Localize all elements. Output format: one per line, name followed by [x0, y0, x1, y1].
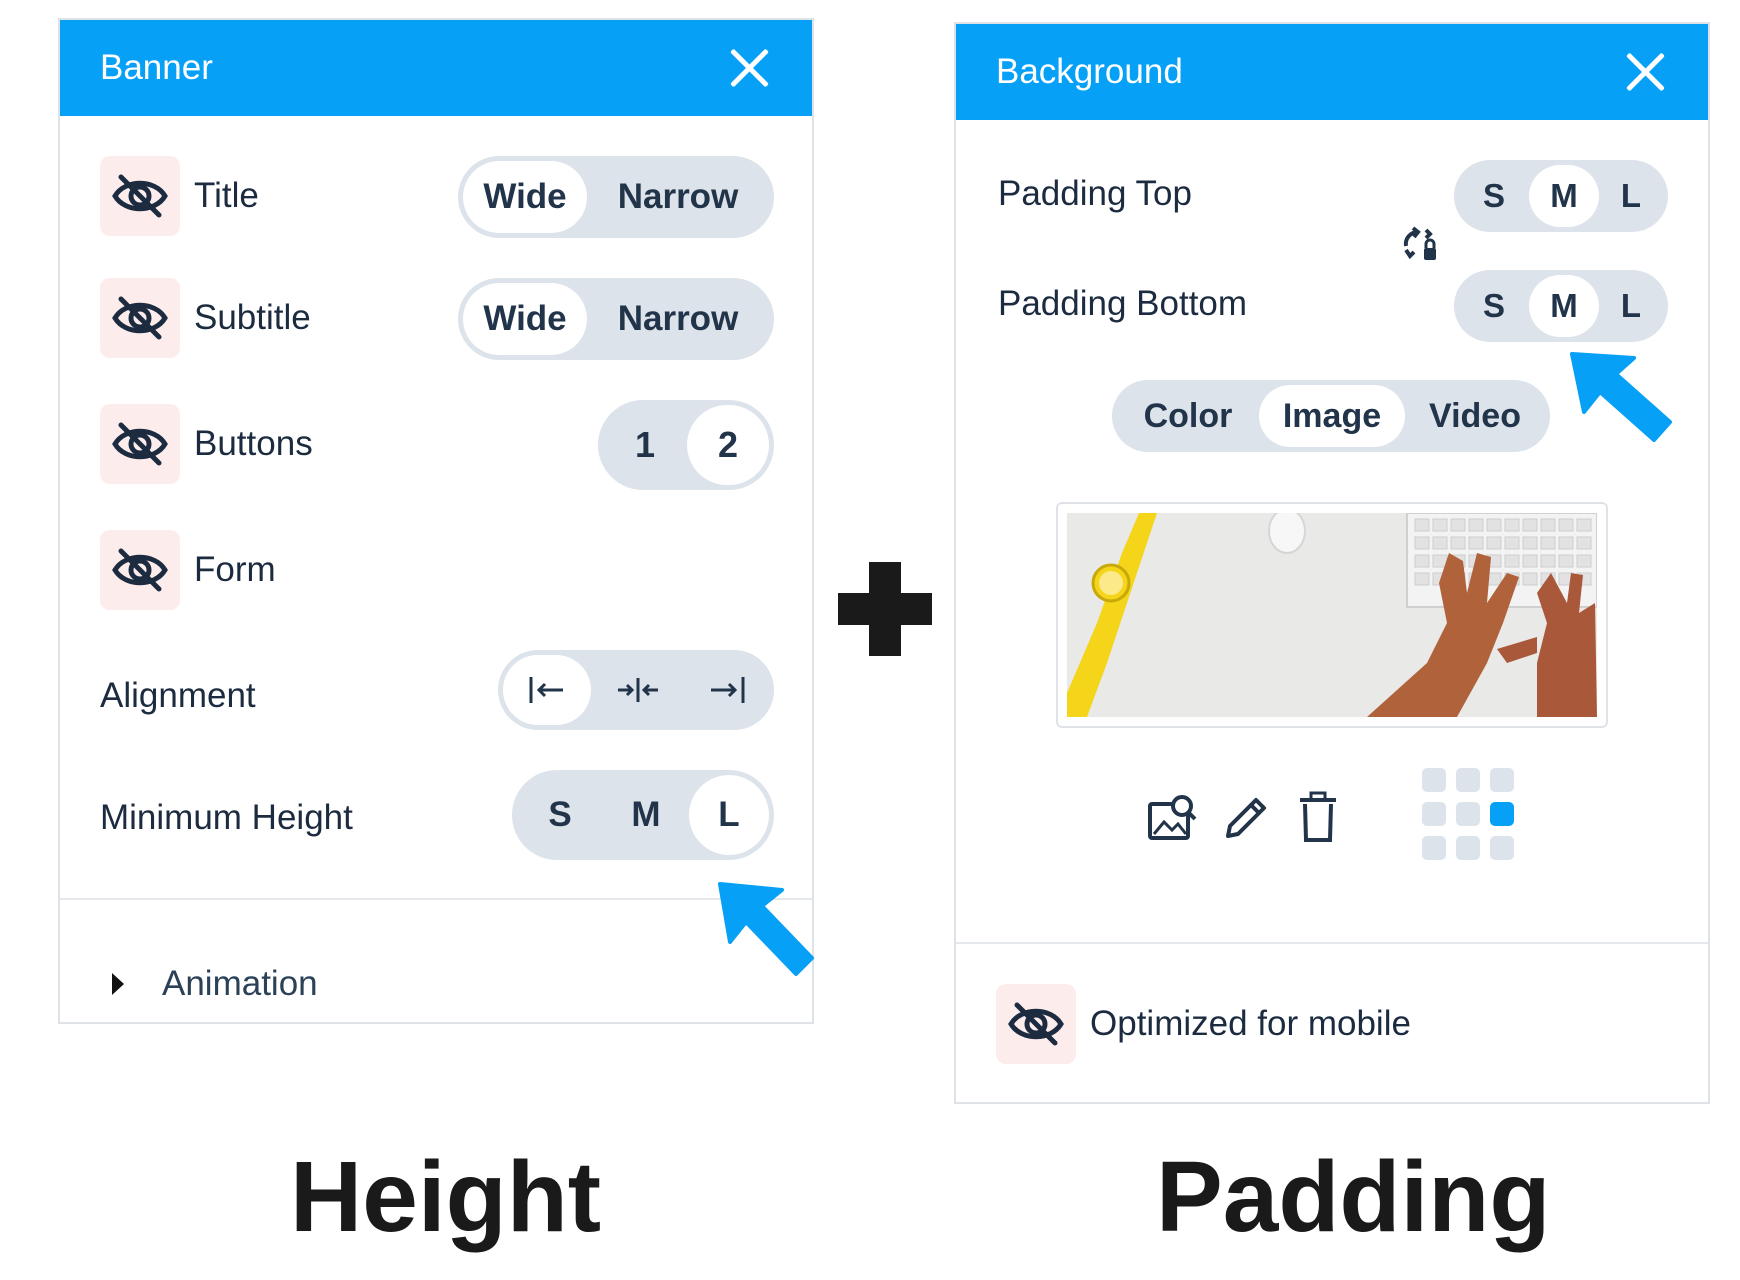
padding-bottom-label: Padding Bottom: [998, 284, 1248, 323]
subtitle-width-toggle: Wide Narrow: [458, 278, 774, 360]
banner-panel: Banner Title Wide Narrow Subtitle Wide N…: [58, 18, 814, 1024]
eye-slash-icon[interactable]: [100, 278, 180, 358]
alignment-label: Alignment: [100, 676, 256, 715]
animation-label: Animation: [162, 964, 318, 1003]
mobile-row: Optimized for mobile: [996, 984, 1411, 1064]
form-label: Form: [194, 550, 276, 589]
min-height-row: Minimum Height: [100, 788, 353, 848]
banner-title: Banner: [100, 48, 213, 87]
min-height-l-option[interactable]: L: [689, 775, 769, 855]
buttons-two-option[interactable]: 2: [687, 405, 769, 485]
padding-bottom-l-option[interactable]: L: [1599, 275, 1663, 337]
caret-right-icon: [112, 973, 124, 995]
eye-slash-icon[interactable]: [100, 404, 180, 484]
padding-top-l-option[interactable]: L: [1599, 165, 1663, 227]
position-cell[interactable]: [1456, 768, 1480, 792]
padding-bottom-s-option[interactable]: S: [1459, 275, 1529, 337]
padding-bottom-toggle: S M L: [1454, 270, 1668, 342]
trash-icon[interactable]: [1296, 790, 1340, 844]
padding-top-toggle: S M L: [1454, 160, 1668, 232]
title-width-toggle: Wide Narrow: [458, 156, 774, 238]
position-cell[interactable]: [1490, 768, 1514, 792]
position-cell-selected[interactable]: [1490, 802, 1514, 826]
type-video-option[interactable]: Video: [1405, 385, 1545, 447]
position-cell[interactable]: [1422, 802, 1446, 826]
eye-slash-icon[interactable]: [996, 984, 1076, 1064]
buttons-row: Buttons: [100, 404, 313, 484]
alignment-toggle: [498, 650, 774, 730]
mobile-label: Optimized for mobile: [1090, 1004, 1411, 1043]
close-icon[interactable]: [1624, 50, 1668, 94]
background-title: Background: [996, 52, 1183, 91]
buttons-one-option[interactable]: 1: [603, 405, 687, 485]
padding-top-s-option[interactable]: S: [1459, 165, 1529, 227]
title-narrow-option[interactable]: Narrow: [587, 161, 769, 233]
position-cell[interactable]: [1490, 836, 1514, 860]
title-wide-option[interactable]: Wide: [463, 161, 587, 233]
background-header: Background: [956, 24, 1708, 120]
close-icon[interactable]: [728, 46, 772, 90]
subtitle-row: Subtitle: [100, 278, 311, 358]
pointer-arrow-icon: [1570, 352, 1672, 442]
padding-top-row: Padding Top: [998, 164, 1192, 224]
form-row: Form: [100, 530, 276, 610]
title-row: Title: [100, 156, 259, 236]
align-left-icon[interactable]: [503, 655, 591, 725]
section-divider: [60, 898, 812, 900]
section-divider: [956, 942, 1708, 944]
type-image-option[interactable]: Image: [1259, 385, 1405, 447]
image-search-icon[interactable]: [1146, 792, 1198, 844]
subtitle-narrow-option[interactable]: Narrow: [587, 283, 769, 355]
subtitle-label: Subtitle: [194, 298, 311, 337]
position-cell[interactable]: [1456, 836, 1480, 860]
align-right-icon[interactable]: [685, 655, 769, 725]
padding-top-label: Padding Top: [998, 174, 1192, 213]
desk-photo-image: [1067, 508, 1598, 717]
min-height-m-option[interactable]: M: [603, 775, 689, 855]
caption-height: Height: [290, 1141, 602, 1253]
position-cell[interactable]: [1422, 836, 1446, 860]
caption-padding: Padding: [1156, 1141, 1551, 1253]
title-label: Title: [194, 176, 259, 215]
plus-icon: [838, 562, 932, 656]
background-image-preview[interactable]: [1056, 502, 1608, 728]
banner-header: Banner: [60, 20, 812, 116]
type-color-option[interactable]: Color: [1117, 385, 1259, 447]
subtitle-wide-option[interactable]: Wide: [463, 283, 587, 355]
min-height-label: Minimum Height: [100, 798, 353, 837]
eye-slash-icon[interactable]: [100, 156, 180, 236]
min-height-s-option[interactable]: S: [517, 775, 603, 855]
eye-slash-icon[interactable]: [100, 530, 180, 610]
sync-lock-icon[interactable]: [1400, 224, 1440, 264]
position-cell[interactable]: [1422, 768, 1446, 792]
animation-row[interactable]: Animation: [112, 954, 318, 1014]
position-cell[interactable]: [1456, 802, 1480, 826]
align-center-icon[interactable]: [591, 655, 685, 725]
pointer-arrow-icon: [718, 882, 814, 976]
background-panel: Background Padding Top S M L Padding Bot…: [954, 22, 1710, 1104]
padding-bottom-m-option[interactable]: M: [1529, 275, 1599, 337]
background-type-toggle: Color Image Video: [1112, 380, 1550, 452]
buttons-count-toggle: 1 2: [598, 400, 774, 490]
padding-top-m-option[interactable]: M: [1529, 165, 1599, 227]
buttons-label: Buttons: [194, 424, 313, 463]
padding-bottom-row: Padding Bottom: [998, 274, 1247, 334]
min-height-toggle: S M L: [512, 770, 774, 860]
pencil-icon[interactable]: [1220, 792, 1272, 844]
alignment-row: Alignment: [100, 666, 256, 726]
image-position-grid[interactable]: [1422, 768, 1514, 860]
